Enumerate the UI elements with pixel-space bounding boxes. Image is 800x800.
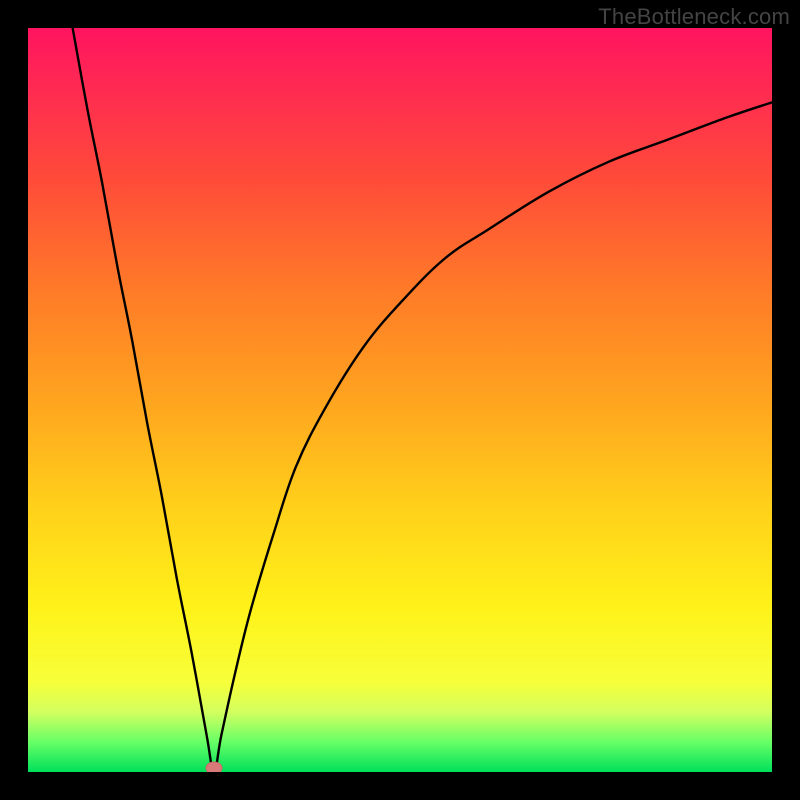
chart-frame: TheBottleneck.com [0,0,800,800]
minimum-marker [206,762,222,772]
watermark-text: TheBottleneck.com [598,4,790,30]
plot-area [28,28,772,772]
curve-path [73,28,772,772]
bottleneck-curve [28,28,772,772]
